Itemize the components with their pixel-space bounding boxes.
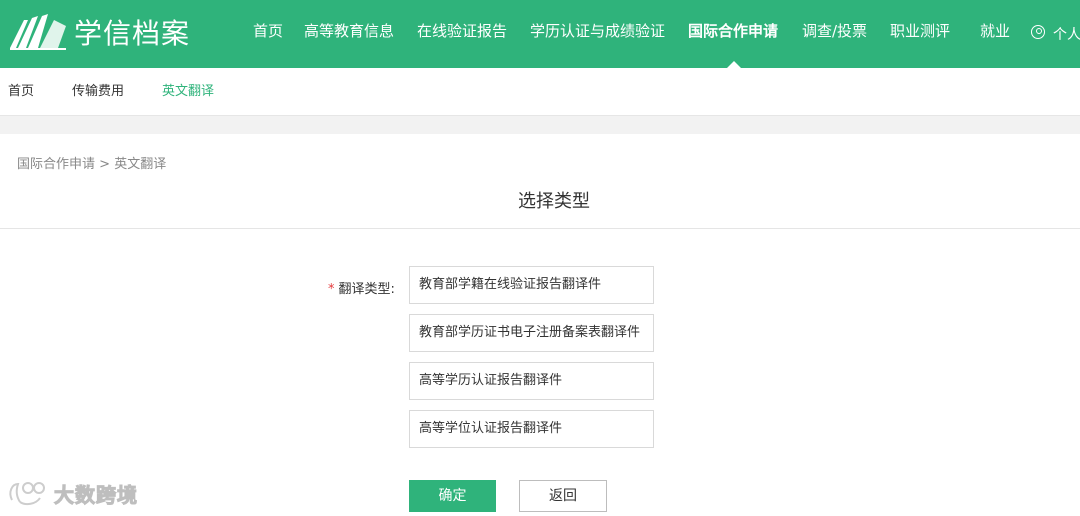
top-navigation-bar: 学信档案 首页 高等教育信息 在线验证报告 学历认证与成绩验证 国际合作申请 调… <box>0 0 1080 68</box>
page-title: 选择类型 <box>518 191 590 212</box>
subnav-item-english-translation[interactable]: 英文翻译 <box>162 68 214 116</box>
breadcrumb-parent[interactable]: 国际合作申请 <box>17 157 95 172</box>
active-nav-caret-icon <box>727 61 741 68</box>
nav-item-higher-education[interactable]: 高等教育信息 <box>304 0 394 68</box>
translation-type-label-text: 翻译类型: <box>338 282 395 297</box>
nav-item-certification[interactable]: 学历认证与成绩验证 <box>530 0 665 68</box>
sub-navigation: 首页 传输费用 英文翻译 <box>0 68 1080 116</box>
watermark-text: 大数跨境 <box>54 482 138 507</box>
confirm-button[interactable]: 确定 <box>409 480 496 512</box>
book-logo-icon <box>10 14 66 50</box>
subnav-item-home[interactable]: 首页 <box>8 68 34 116</box>
user-menu[interactable]: 个人 <box>1031 0 1080 68</box>
option-degree-certification-report[interactable]: 高等学位认证报告翻译件 <box>409 410 654 448</box>
subnav-item-transfer-fee[interactable]: 传输费用 <box>72 68 124 116</box>
nav-item-survey[interactable]: 调查/投票 <box>802 0 867 68</box>
breadcrumb-current: 英文翻译 <box>114 157 167 172</box>
back-button[interactable]: 返回 <box>519 480 607 512</box>
option-degree-certificate-record[interactable]: 教育部学历证书电子注册备案表翻译件 <box>409 314 654 352</box>
user-icon <box>1031 25 1045 39</box>
title-divider <box>0 228 1080 229</box>
required-mark: * <box>328 282 335 297</box>
watermark: 大数跨境 <box>6 478 138 508</box>
nav-item-online-verification[interactable]: 在线验证报告 <box>417 0 507 68</box>
brand-logo[interactable]: 学信档案 <box>8 12 190 52</box>
breadcrumb: 国际合作申请 > 英文翻译 <box>17 153 166 172</box>
brand-name: 学信档案 <box>74 17 191 50</box>
translation-type-label: * 翻译类型: <box>328 278 395 297</box>
option-student-status-report[interactable]: 教育部学籍在线验证报告翻译件 <box>409 266 654 304</box>
nav-item-employment[interactable]: 就业 <box>980 0 1010 68</box>
nav-item-career-test[interactable]: 职业测评 <box>890 0 950 68</box>
nav-item-home[interactable]: 首页 <box>253 0 283 68</box>
option-academic-certification-report[interactable]: 高等学历认证报告翻译件 <box>409 362 654 400</box>
main-content: 国际合作申请 > 英文翻译 选择类型 * 翻译类型: 教育部学籍在线验证报告翻译件… <box>0 134 1080 516</box>
watermark-logo-icon <box>9 482 45 506</box>
user-menu-label: 个人 <box>1053 27 1080 43</box>
breadcrumb-separator: > <box>99 157 111 172</box>
nav-item-international[interactable]: 国际合作申请 <box>688 0 778 68</box>
